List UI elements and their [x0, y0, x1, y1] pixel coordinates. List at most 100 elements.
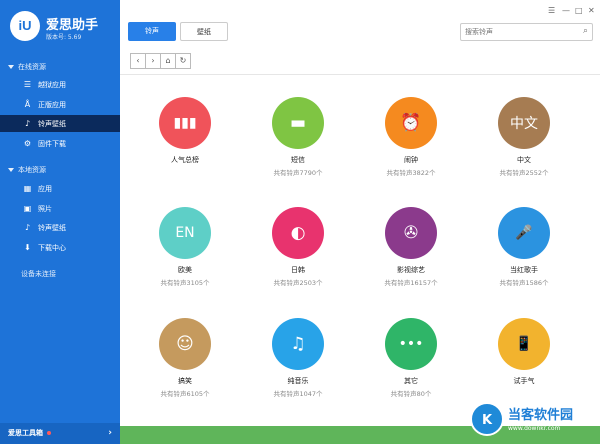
category-label: 试手气 — [513, 377, 535, 385]
sidebar-item-firmware-download[interactable]: ⚙ 固件下载 — [0, 135, 120, 152]
close-icon[interactable]: ✕ — [588, 6, 595, 15]
chevron-left-icon: ‹ — [136, 56, 140, 65]
category-count: 共有铃声3822个 — [386, 169, 436, 177]
sidebar-item-download-center[interactable]: ⬇ 下载中心 — [0, 239, 120, 256]
category-count: 共有铃声1047个 — [273, 390, 323, 398]
divider — [120, 74, 600, 75]
category-label: 搞笑 — [178, 377, 192, 385]
category-label: 欧美 — [178, 266, 192, 274]
appstore-icon: Å — [24, 100, 31, 109]
film-reel-icon[interactable]: ✇ — [385, 207, 437, 259]
home-button[interactable]: ⌂ — [160, 53, 176, 69]
category-item[interactable]: EN 欧美共有铃声3105个 — [130, 207, 240, 287]
tab-wallpaper[interactable]: 壁纸 — [180, 22, 228, 41]
shake-phone-icon[interactable]: 📱 — [498, 318, 550, 370]
sidebar-item-local-apps[interactable]: ▦ 应用 — [0, 180, 120, 197]
category-item[interactable]: 中文 中文 共有铃声2552个 — [469, 97, 579, 177]
category-item[interactable]: ⏰ 闹钟共有铃声3822个 — [356, 97, 466, 177]
layers-icon: ☰ — [23, 80, 32, 89]
category-label: 中文 — [517, 156, 531, 164]
forward-button[interactable]: › — [145, 53, 161, 69]
category-label: 当红歌手 — [510, 266, 538, 274]
toolbox-label: 爱思工具箱 — [8, 429, 43, 437]
chevron-right-icon: › — [151, 56, 155, 65]
navigation-bar: ‹ › ⌂ ↻ — [130, 53, 191, 69]
category-item[interactable]: ▮▮▮ 人气总榜 — [130, 97, 240, 176]
category-label: 纯音乐 — [287, 377, 309, 385]
category-item[interactable]: 🎤 当红歌手 共有铃声1586个 — [469, 207, 579, 287]
sidebar-item-jailbreak-apps[interactable]: ☰ 越狱应用 — [0, 76, 120, 93]
category-item[interactable]: 📱 试手气 — [469, 318, 579, 397]
category-label: 日韩 — [291, 266, 305, 274]
ringtone-wallpaper-icon: ♪ — [24, 223, 31, 232]
menu-icon[interactable]: ☰ — [548, 6, 555, 15]
app-logo: iU — [10, 11, 40, 41]
section-local-resources[interactable]: 本地资源 — [8, 164, 46, 176]
category-label: 影视综艺 — [397, 266, 425, 274]
search-box[interactable]: ⌕ — [460, 23, 593, 41]
watermark-logo: K — [470, 402, 504, 436]
refresh-icon: ↻ — [179, 56, 187, 65]
alarm-clock-icon[interactable]: ⏰ — [385, 97, 437, 149]
category-label: 闹钟 — [404, 156, 418, 164]
category-count: 共有铃声80个 — [390, 390, 432, 398]
main-panel: 铃声 壁纸 ☰ — □ ✕ ⌕ ‹ › ⌂ ↻ ▮▮▮ 人气总榜 ▬ 短信共有铃声77… — [120, 0, 600, 444]
sidebar: iU 爱思助手 版本号: 5.69 在线资源 ☰ 越狱应用 Å 正版应用 ♪ 铃声壁纸… — [0, 0, 120, 444]
brand: iU 爱思助手 版本号: 5.69 — [10, 11, 120, 47]
firmware-download-icon: ⚙ — [23, 139, 32, 148]
message-icon[interactable]: ▬ — [272, 97, 324, 149]
app-version: 版本号: 5.69 — [46, 34, 82, 41]
sidebar-item-ringtone-wallpaper[interactable]: ♪ 铃声壁纸 — [0, 115, 120, 132]
home-icon: ⌂ — [165, 56, 171, 65]
swirl-icon[interactable]: ◐ — [272, 207, 324, 259]
category-count — [469, 388, 579, 397]
bar-chart-icon[interactable]: ▮▮▮ — [159, 97, 211, 149]
search-input[interactable] — [461, 24, 573, 40]
collapse-triangle-icon — [8, 168, 14, 172]
category-item[interactable]: ✇ 影视综艺共有铃声16157个 — [356, 207, 466, 287]
watermark-name: 当客软件园 — [508, 408, 574, 423]
category-label: 短信 — [291, 156, 305, 164]
section-online-resources[interactable]: 在线资源 — [8, 61, 46, 73]
sidebar-item-local-ringtone-wallpaper[interactable]: ♪ 铃声壁纸 — [0, 219, 120, 236]
smiley-icon[interactable]: ☺ — [159, 318, 211, 370]
category-count: 共有铃声16157个 — [384, 279, 438, 287]
search-icon[interactable]: ⌕ — [583, 26, 588, 36]
tab-ringtone[interactable]: 铃声 — [128, 22, 176, 41]
sidebar-item-official-apps[interactable]: Å 正版应用 — [0, 96, 120, 113]
category-count — [130, 167, 240, 176]
maximize-icon[interactable]: □ — [575, 6, 583, 15]
collapse-triangle-icon — [8, 65, 14, 69]
category-label: 人气总榜 — [171, 156, 199, 164]
en-text-icon[interactable]: EN — [159, 207, 211, 259]
app-name: 爱思助手 — [46, 18, 99, 33]
minimize-icon[interactable]: — — [562, 6, 570, 15]
watermark: K 当客软件园 www.downkr.com — [470, 400, 596, 444]
notification-dot-icon — [47, 431, 51, 435]
more-dots-icon[interactable]: ••• — [385, 318, 437, 370]
refresh-button[interactable]: ↻ — [175, 53, 191, 69]
music-note-icon[interactable]: ♫ — [272, 318, 324, 370]
download-center-icon: ⬇ — [24, 243, 31, 252]
watermark-url: www.downkr.com — [508, 425, 561, 432]
category-label: 其它 — [404, 377, 418, 385]
device-status: 设备未连接 — [21, 270, 56, 278]
category-count: 共有铃声3105个 — [160, 279, 210, 287]
category-count: 共有铃声2503个 — [273, 279, 323, 287]
sidebar-item-photos[interactable]: ▣ 照片 — [0, 200, 120, 217]
chinese-text-icon[interactable]: 中文 — [498, 97, 550, 149]
category-item[interactable]: ▬ 短信共有铃声7790个 — [243, 97, 353, 177]
category-item[interactable]: ◐ 日韩共有铃声2503个 — [243, 207, 353, 287]
category-item[interactable]: ••• 其它共有铃声80个 — [356, 318, 466, 398]
category-item[interactable]: ☺ 搞笑 共有铃声6105个 — [130, 318, 240, 398]
category-count: 共有铃声2552个 — [499, 169, 549, 177]
ringtone-wallpaper-icon: ♪ — [24, 119, 31, 128]
category-count: 共有铃声7790个 — [273, 169, 323, 177]
apps-icon: ▦ — [23, 184, 32, 193]
category-item[interactable]: ♫ 纯音乐共有铃声1047个 — [243, 318, 353, 398]
back-button[interactable]: ‹ — [130, 53, 146, 69]
chevron-right-icon: › — [108, 428, 112, 438]
toolbox-button[interactable]: 爱思工具箱 › — [0, 423, 120, 444]
microphone-icon[interactable]: 🎤 — [498, 207, 550, 259]
photo-icon: ▣ — [23, 204, 32, 213]
